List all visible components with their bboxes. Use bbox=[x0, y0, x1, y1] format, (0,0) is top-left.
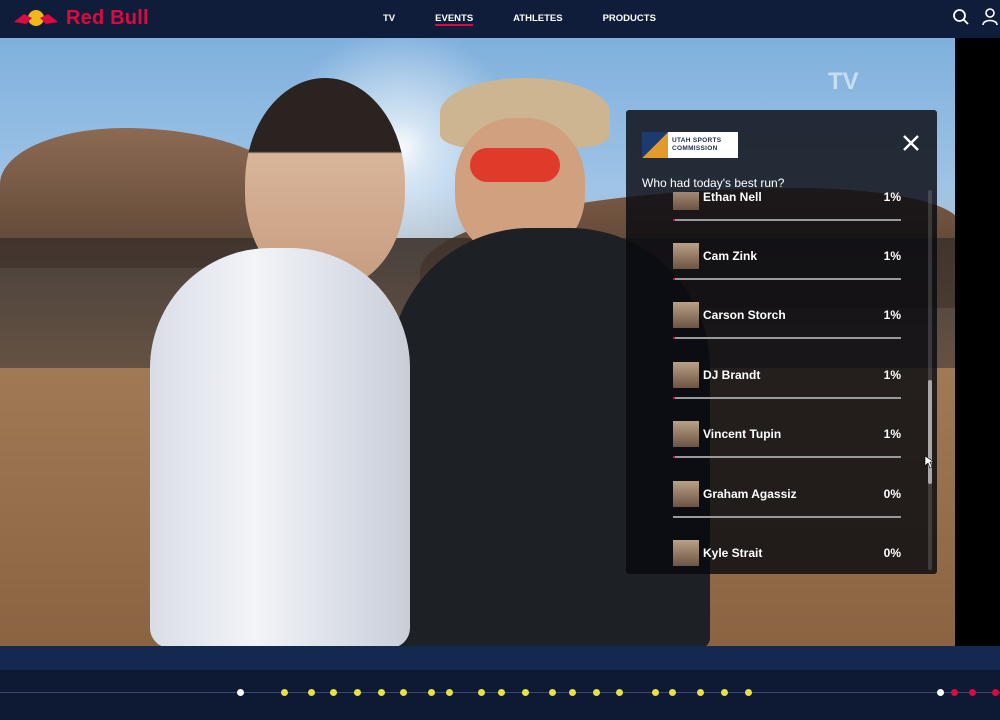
nav-events[interactable]: EVENTS bbox=[435, 0, 474, 38]
poll-option[interactable]: Graham Agassiz 0% bbox=[673, 479, 901, 518]
avatar bbox=[673, 362, 699, 388]
avatar bbox=[673, 192, 699, 210]
timeline-marker[interactable] bbox=[498, 689, 505, 696]
red-bull-logo[interactable]: Red Bull bbox=[12, 3, 149, 33]
avatar bbox=[673, 421, 699, 447]
sponsor-logo: UTAH SPORTS COMMISSION bbox=[642, 132, 738, 158]
timeline-marker[interactable] bbox=[428, 689, 435, 696]
timeline-marker[interactable] bbox=[354, 689, 361, 696]
timeline-marker[interactable] bbox=[378, 689, 385, 696]
nav-products[interactable]: PRODUCTS bbox=[603, 0, 656, 38]
vote-percent: 1% bbox=[883, 249, 901, 263]
poll-option[interactable]: Vincent Tupin 1% bbox=[673, 419, 901, 458]
player-control-band bbox=[0, 646, 1000, 670]
timeline-marker[interactable] bbox=[669, 689, 676, 696]
athlete-name: Vincent Tupin bbox=[703, 427, 782, 441]
vote-bar bbox=[673, 456, 901, 458]
athlete-name: Cam Zink bbox=[703, 249, 758, 263]
search-icon[interactable] bbox=[952, 8, 970, 31]
vote-bar-fill bbox=[673, 397, 676, 399]
timeline-marker[interactable] bbox=[330, 689, 337, 696]
user-icon[interactable] bbox=[982, 8, 998, 31]
timeline-marker[interactable] bbox=[593, 689, 600, 696]
poll-option[interactable]: Carson Storch 1% bbox=[673, 300, 901, 339]
vote-percent: 1% bbox=[883, 368, 901, 382]
poll-panel: UTAH SPORTS COMMISSION Who had today's b… bbox=[626, 110, 937, 574]
timeline-marker[interactable] bbox=[937, 689, 944, 696]
athlete-name: Graham Agassiz bbox=[703, 487, 797, 501]
timeline-marker-current[interactable] bbox=[237, 689, 244, 696]
nav-tv[interactable]: TV bbox=[383, 0, 395, 38]
tv-watermark: TV bbox=[828, 68, 859, 95]
poll-question: Who had today's best run? bbox=[642, 176, 785, 190]
athlete-name: Carson Storch bbox=[703, 308, 786, 322]
vote-percent: 1% bbox=[883, 427, 901, 441]
brand-name: Red Bull bbox=[66, 6, 149, 29]
vote-percent: 1% bbox=[883, 192, 901, 204]
vote-bar bbox=[673, 516, 901, 518]
athlete-name: DJ Brandt bbox=[703, 368, 761, 382]
poll-options-list[interactable]: Ethan Nell 1% Cam Zink 1% Carson Storch … bbox=[673, 192, 901, 574]
avatar bbox=[673, 540, 699, 566]
sunglasses bbox=[470, 148, 560, 182]
vote-bar-fill bbox=[673, 456, 676, 458]
timeline-marker[interactable] bbox=[745, 689, 752, 696]
timeline-marker-live[interactable] bbox=[951, 689, 958, 696]
letterbox-bar bbox=[955, 38, 1000, 646]
top-navigation: Red Bull TV EVENTS ATHLETES PRODUCTS bbox=[0, 0, 1000, 39]
poll-option[interactable]: Ethan Nell 1% bbox=[673, 192, 901, 221]
timeline-marker[interactable] bbox=[616, 689, 623, 696]
vote-bar-fill bbox=[673, 337, 676, 339]
poll-option[interactable]: Cam Zink 1% bbox=[673, 241, 901, 280]
vote-bar-fill bbox=[673, 278, 676, 280]
timeline-marker[interactable] bbox=[308, 689, 315, 696]
timeline-marker[interactable] bbox=[522, 689, 529, 696]
bulls-icon bbox=[14, 10, 58, 26]
vote-bar bbox=[673, 219, 901, 221]
timeline-marker[interactable] bbox=[697, 689, 704, 696]
timeline-marker[interactable] bbox=[446, 689, 453, 696]
vote-bar-fill bbox=[673, 219, 676, 221]
athlete-name: Kyle Strait bbox=[703, 546, 763, 560]
timeline-marker[interactable] bbox=[569, 689, 576, 696]
avatar bbox=[673, 481, 699, 507]
timeline-marker[interactable] bbox=[721, 689, 728, 696]
athlete-name: Ethan Nell bbox=[703, 192, 762, 204]
nav-athletes[interactable]: ATHLETES bbox=[513, 0, 562, 38]
sponsor-mark-icon bbox=[642, 132, 668, 158]
vote-percent: 0% bbox=[883, 546, 901, 560]
timeline-marker[interactable] bbox=[400, 689, 407, 696]
vote-percent: 1% bbox=[883, 308, 901, 322]
vote-bar bbox=[673, 397, 901, 399]
timeline-marker[interactable] bbox=[549, 689, 556, 696]
mouse-cursor-icon bbox=[924, 455, 935, 474]
poll-option[interactable]: DJ Brandt 1% bbox=[673, 360, 901, 399]
avatar bbox=[673, 302, 699, 328]
timeline-marker[interactable] bbox=[281, 689, 288, 696]
timeline-marker[interactable] bbox=[478, 689, 485, 696]
vote-bar bbox=[673, 337, 901, 339]
vote-bar bbox=[673, 278, 901, 280]
timeline-marker[interactable] bbox=[652, 689, 659, 696]
rider-white-jersey bbox=[150, 248, 410, 646]
timeline-marker-live[interactable] bbox=[992, 689, 999, 696]
timeline-marker-live[interactable] bbox=[969, 689, 976, 696]
close-icon[interactable] bbox=[900, 132, 922, 154]
main-nav: TV EVENTS ATHLETES PRODUCTS bbox=[383, 0, 696, 38]
avatar bbox=[673, 243, 699, 269]
poll-option[interactable]: Kyle Strait 0% bbox=[673, 538, 901, 568]
event-timeline[interactable] bbox=[0, 670, 1000, 720]
vote-percent: 0% bbox=[883, 487, 901, 501]
sponsor-text: UTAH SPORTS COMMISSION bbox=[672, 137, 722, 152]
